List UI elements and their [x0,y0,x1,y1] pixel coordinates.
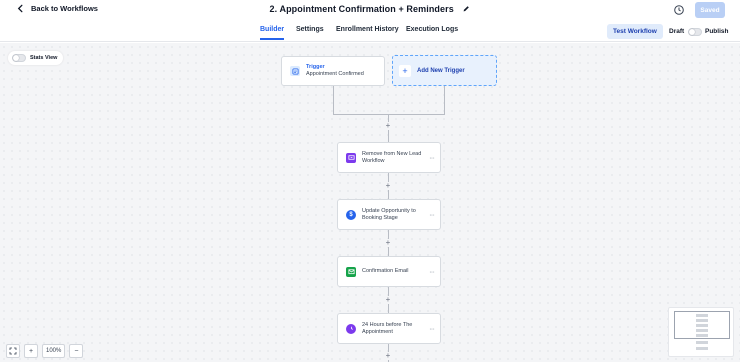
trigger-card[interactable]: Trigger Appointment Confirmed [281,56,385,86]
trigger-icon [290,66,300,76]
minimap[interactable] [668,307,734,357]
history-icon[interactable] [673,4,685,16]
toggle-knob [13,55,19,61]
more-options-icon[interactable]: ··· [429,210,435,219]
zoom-controls: + 100% − [6,344,84,358]
step-line2: Workflow [362,157,385,164]
add-step-plus[interactable]: + [384,352,392,360]
step-line1: Remove from New Lead [362,150,422,157]
workflow-canvas[interactable]: Stats View Trigger Appointment Confirmed… [0,43,740,362]
minimap-node [696,329,708,332]
minimap-node [696,324,708,327]
fit-screen-icon [9,347,17,355]
clock-icon [346,323,356,334]
workflow-title-text: 2. Appointment Confirmation + Reminders [269,4,454,14]
step-line2: Appointment [362,328,393,335]
step-line1: Update Opportunity to [362,207,416,214]
stats-view-switch[interactable] [12,54,26,62]
tab-builder[interactable]: Builder [260,26,285,40]
zoom-out-button[interactable]: − [69,344,84,358]
step-line2: Booking Stage [362,214,398,221]
zoom-level: 100% [42,344,66,358]
minimap-node [696,347,708,350]
tabs-bar: Builder Settings Enrollment History Exec… [0,22,740,42]
tab-enrollment-history[interactable]: Enrollment History [336,26,399,33]
connector-line [333,114,445,115]
top-bar: Back to Workflows 2. Appointment Confirm… [0,0,740,22]
add-new-trigger-label: Add New Trigger [417,67,465,74]
plus-icon: + [399,64,411,77]
connector-line [444,86,445,114]
pencil-icon[interactable] [462,5,470,13]
step-card-remove-from-workflow[interactable]: Remove from New Lead Workflow ··· [337,142,441,173]
trigger-title: Trigger [306,64,325,70]
fit-screen-button[interactable] [6,344,20,358]
add-new-trigger-button[interactable]: + Add New Trigger [392,55,497,86]
stats-view-toggle[interactable]: Stats View [8,51,64,65]
saved-button[interactable]: Saved [695,2,725,18]
publish-label: Publish [705,28,729,35]
step-card-confirmation-email[interactable]: Confirmation Email ··· [337,256,441,287]
publish-toggle[interactable] [688,28,702,36]
connector-line [333,86,334,114]
step-card-wait-24-hours[interactable]: 24 Hours before The Appointment ··· [337,313,441,344]
add-step-plus[interactable]: + [384,296,392,304]
trigger-name: Appointment Confirmed [306,71,364,77]
dollar-icon: $ [346,209,356,220]
tab-settings[interactable]: Settings [296,26,324,33]
stats-view-label: Stats View [30,55,58,61]
zoom-in-button[interactable]: + [24,344,38,358]
more-options-icon[interactable]: ··· [429,267,435,276]
email-icon [346,266,356,277]
more-options-icon[interactable]: ··· [429,153,435,162]
toggle-knob [689,29,695,35]
add-step-plus[interactable]: + [384,239,392,247]
minimap-node [696,314,708,317]
test-workflow-button[interactable]: Test Workflow [607,24,663,39]
step-line1: Confirmation Email [362,268,409,274]
workflow-icon [346,152,356,163]
draft-label: Draft [669,28,685,35]
minimap-node [696,334,708,337]
tab-execution-logs[interactable]: Execution Logs [406,26,458,33]
add-step-plus[interactable]: + [384,182,392,190]
step-card-update-opportunity[interactable]: $ Update Opportunity to Booking Stage ··… [337,199,441,230]
add-step-plus[interactable]: + [384,122,392,130]
more-options-icon[interactable]: ··· [429,324,435,333]
minimap-node [696,341,708,344]
workflow-title: 2. Appointment Confirmation + Reminders [0,4,740,14]
step-line1: 24 Hours before The [362,321,413,328]
minimap-node [696,319,708,322]
